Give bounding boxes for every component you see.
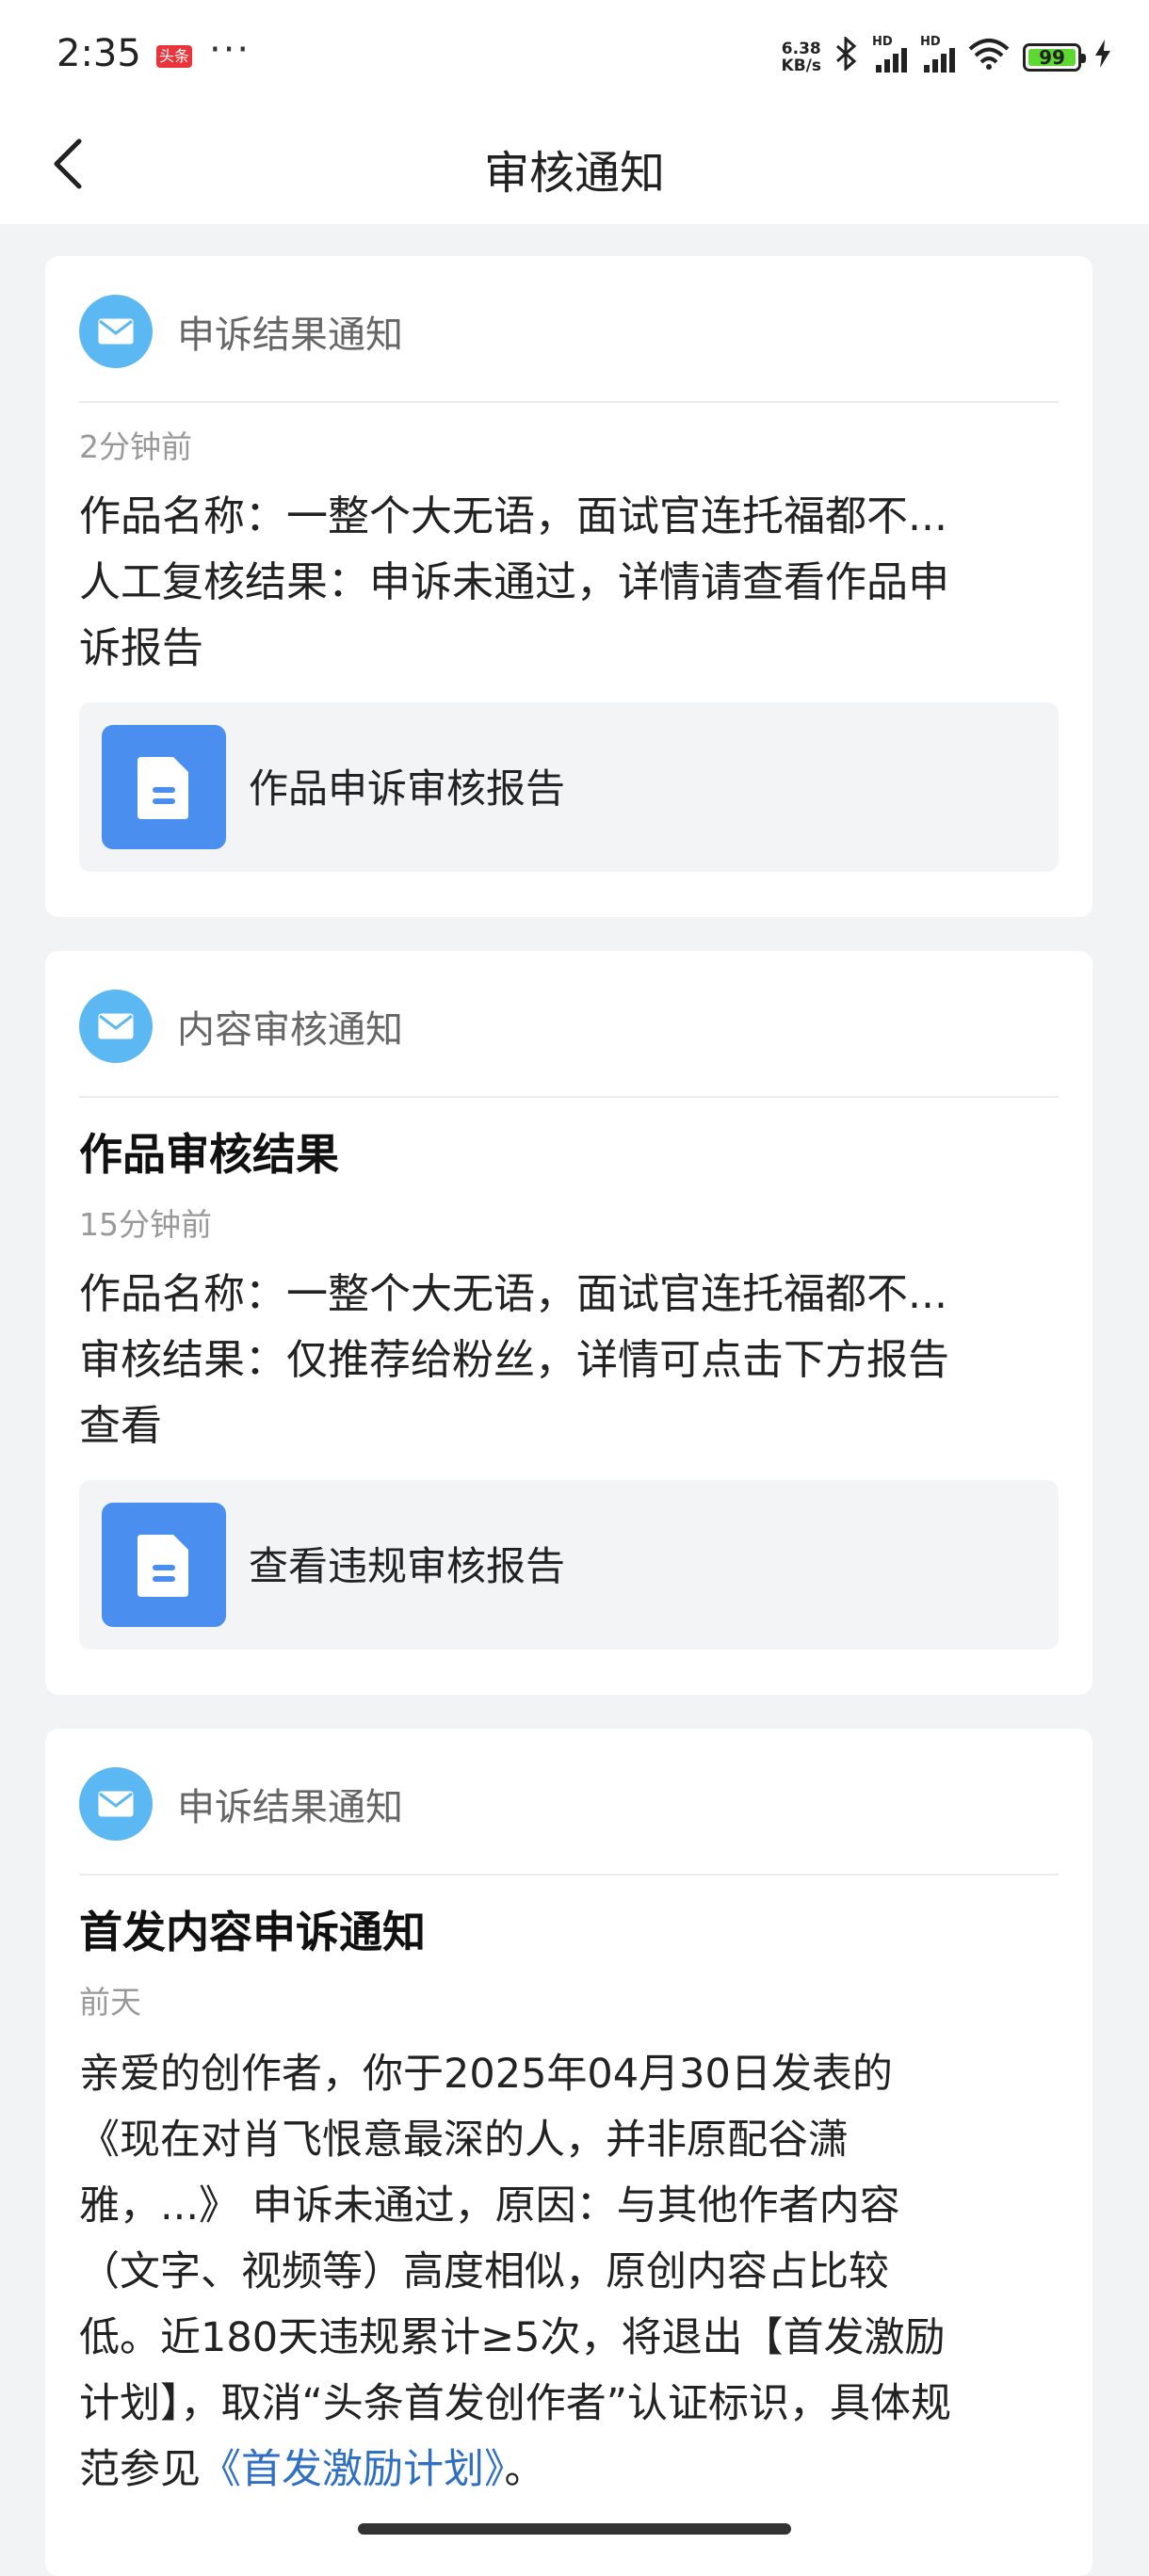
notification-type: 内容审核通知 [177, 1008, 403, 1052]
mail-icon [79, 1767, 153, 1841]
status-time: 2:35 [57, 32, 141, 75]
notification-card[interactable]: 申诉结果通知 2分钟前 作品名称：一整个大无语，面试官连托福都不... 人工复核… [45, 256, 1092, 917]
page-title: 审核通知 [483, 147, 665, 200]
more-notifications-icon: ··· [209, 28, 251, 72]
home-indicator[interactable] [358, 2523, 791, 2535]
divider [79, 1874, 1059, 1876]
toutiao-badge-icon: 头条 [156, 45, 192, 68]
notification-type: 申诉结果通知 [177, 1786, 403, 1829]
card-header: 申诉结果通知 [79, 294, 403, 369]
notification-time: 2分钟前 [79, 428, 192, 465]
document-icon [102, 725, 226, 849]
notification-body: 作品名称：一整个大无语，面试官连托福都不... 审核结果：仅推荐给粉丝，详情可点… [79, 1270, 949, 1450]
document-icon [102, 1503, 226, 1627]
card-header: 内容审核通知 [79, 989, 403, 1064]
notification-title: 首发内容申诉通知 [79, 1907, 426, 1957]
notification-body: 作品名称：一整个大无语，面试官连托福都不... 人工复核结果：申诉未通过，详情请… [79, 492, 949, 672]
divider [79, 1096, 1059, 1098]
card-header: 申诉结果通知 [79, 1766, 403, 1842]
mail-icon [79, 295, 153, 368]
status-icons: 6.38 KB/s HD HD 99 [782, 34, 1111, 81]
battery-icon: 99 [1023, 43, 1086, 72]
network-speed: 6.38 KB/s [781, 40, 821, 75]
bluetooth-icon [834, 35, 859, 79]
notification-time: 前天 [79, 1984, 141, 2021]
incentive-plan-link[interactable]: 《首发激励计划》 [201, 2446, 505, 2493]
mail-icon [79, 990, 153, 1063]
notification-body: 亲爱的创作者，你于2025年04月30日发表的 《现在对肖飞恨意最深的人，并非原… [79, 2051, 952, 2493]
signal-icon: HD [872, 35, 907, 72]
divider [79, 401, 1059, 403]
report-label: 查看违规审核报告 [249, 1543, 566, 1589]
notification-title: 作品审核结果 [79, 1129, 339, 1180]
report-link[interactable]: 作品申诉审核报告 [79, 702, 1059, 872]
status-bar: 2:35 头条 ··· 6.38 KB/s HD HD 99 [0, 0, 1149, 111]
signal-icon: HD [920, 35, 955, 72]
report-link[interactable]: 查看违规审核报告 [79, 1480, 1059, 1650]
nav-bar: 审核通知 [0, 111, 1149, 224]
charging-icon [1094, 40, 1111, 75]
notification-card[interactable]: 申诉结果通知 首发内容申诉通知 前天 亲爱的创作者，你于2025年04月30日发… [45, 1729, 1092, 2576]
wifi-icon [968, 38, 1010, 78]
notification-card[interactable]: 内容审核通知 作品审核结果 15分钟前 作品名称：一整个大无语，面试官连托福都不… [45, 951, 1092, 1695]
notification-time: 15分钟前 [79, 1206, 212, 1243]
report-label: 作品申诉审核报告 [249, 765, 566, 812]
notification-type: 申诉结果通知 [177, 314, 403, 357]
